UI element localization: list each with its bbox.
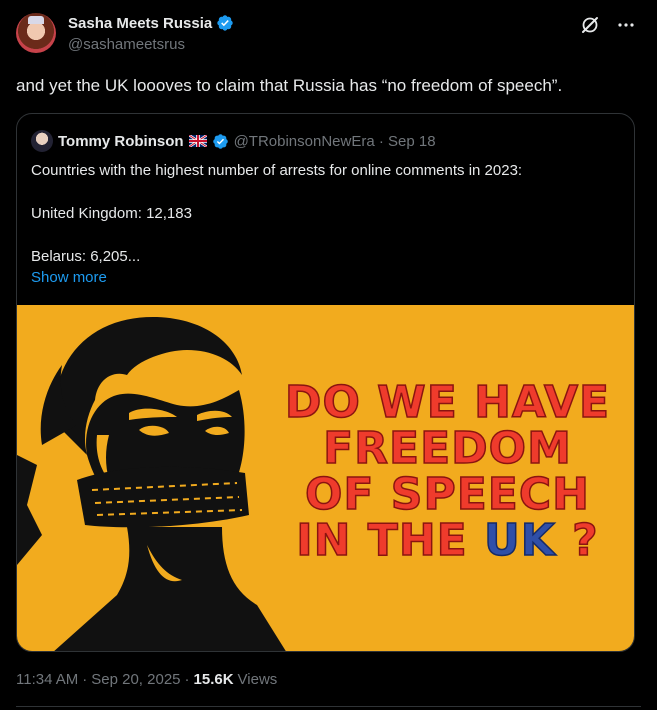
quoted-tweet-body: Countries with the highest number of arr… (31, 161, 621, 267)
poster-line: IN THE UK ? (296, 515, 599, 566)
views-count[interactable]: 15.6K (194, 671, 234, 688)
quoted-author-name[interactable]: Tommy Robinson (58, 133, 184, 150)
quoted-line: United Kingdom: 12,183 (31, 205, 192, 222)
author-name-row: Sasha Meets Russia (68, 14, 234, 32)
poster-uk-word: UK (483, 515, 556, 566)
more-options-icon[interactable] (615, 14, 637, 36)
meta-separator: · (82, 671, 88, 688)
quoted-tweet[interactable]: Tommy Robinson @TRobinsonNewEra · Sep 18… (16, 113, 635, 652)
author-display-name[interactable]: Sasha Meets Russia (68, 15, 212, 32)
quoted-verified-badge-icon[interactable] (212, 133, 229, 150)
tweet-meta: 11:34 AM · Sep 20, 2025 · 15.6K Views (16, 671, 277, 688)
meta-separator: · (184, 671, 190, 688)
quoted-media-image[interactable]: DO WE HAVE FREEDOM OF SPEECH IN THE UK ? (17, 305, 634, 651)
gagged-face-illustration (17, 316, 286, 651)
quoted-line: Countries with the highest number of arr… (31, 162, 523, 179)
quoted-author-avatar[interactable] (31, 130, 53, 152)
poster-line: DO WE HAVE (284, 377, 611, 428)
poster-headline: DO WE HAVE FREEDOM OF SPEECH IN THE UK ? (275, 377, 620, 566)
uk-flag-icon (188, 135, 207, 147)
quoted-handle-date[interactable]: @TRobinsonNewEra · Sep 18 (234, 133, 436, 150)
grok-icon[interactable] (579, 14, 601, 36)
author-handle[interactable]: @sashameetsrus (68, 36, 185, 53)
tweet-date[interactable]: Sep 20, 2025 (91, 671, 180, 688)
poster-line: OF SPEECH (304, 469, 590, 520)
author-avatar[interactable] (16, 13, 56, 53)
quoted-line: Belarus: 6,205... (31, 248, 141, 265)
poster-line: FREEDOM (322, 423, 572, 474)
tweet-time[interactable]: 11:34 AM (16, 671, 78, 688)
tweet-detail: Sasha Meets Russia @sashameetsrus and ye… (0, 0, 657, 710)
views-label: Views (237, 671, 278, 688)
tweet-top-actions (579, 14, 637, 36)
verified-badge-icon[interactable] (216, 14, 234, 32)
divider (16, 706, 641, 707)
quoted-tweet-header: Tommy Robinson @TRobinsonNewEra · Sep 18 (31, 130, 436, 152)
tweet-text: and yet the UK loooves to claim that Rus… (16, 76, 563, 95)
show-more-link[interactable]: Show more (31, 269, 107, 286)
